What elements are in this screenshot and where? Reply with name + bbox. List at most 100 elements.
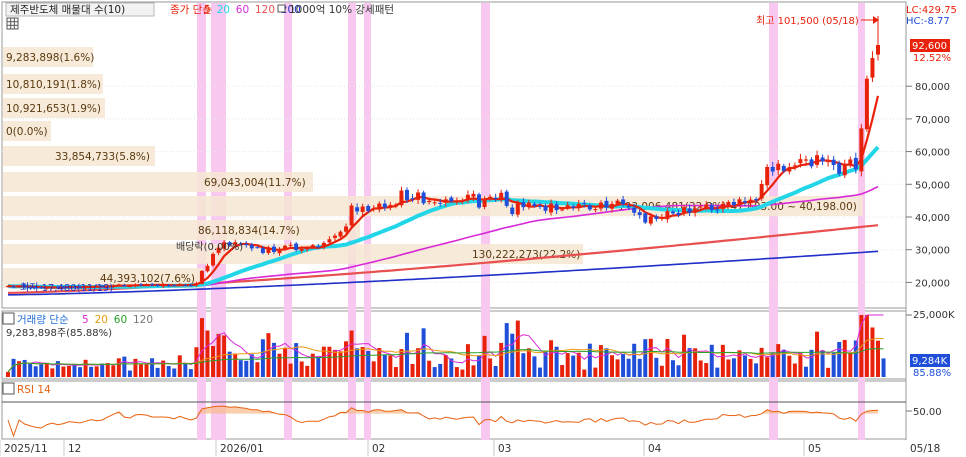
volume-bar xyxy=(864,315,869,377)
volume-bar xyxy=(382,354,387,377)
volume-bar xyxy=(294,343,299,377)
volume-bar xyxy=(199,318,204,377)
candle-body xyxy=(288,244,293,246)
candle-body xyxy=(831,159,836,166)
candle-body xyxy=(515,202,520,215)
candle-body xyxy=(682,207,687,214)
volume-bar xyxy=(283,347,288,377)
volume-bar xyxy=(682,334,687,377)
volume-bar xyxy=(205,330,210,377)
candle-body xyxy=(654,216,659,219)
volume-bar xyxy=(188,369,193,377)
candle-body xyxy=(798,159,803,164)
candle-body xyxy=(493,197,498,199)
candle-body xyxy=(404,189,409,200)
profile-label: 10,810,191(1.8%) xyxy=(6,79,101,91)
candle-body xyxy=(815,155,820,165)
candle-body xyxy=(271,246,276,252)
candle-body xyxy=(582,202,587,204)
volume-bar xyxy=(116,358,121,377)
volume-bar xyxy=(876,340,880,377)
candle-body xyxy=(560,209,565,211)
candle-body xyxy=(709,205,714,211)
volume-bar xyxy=(493,366,498,377)
volume-bar xyxy=(144,364,149,377)
volume-bar xyxy=(471,365,476,377)
candle-body xyxy=(549,203,554,213)
candle-body xyxy=(321,242,326,248)
candle-body xyxy=(532,203,537,206)
candle-body xyxy=(576,203,581,208)
time-axis: 2025/11 12 2026/01 02 03 04 05 05/18 xyxy=(0,440,940,456)
volume-bar xyxy=(626,358,631,377)
candle-body xyxy=(848,159,853,165)
volume-bar xyxy=(571,355,576,377)
profile-label: 86,118,834(14.7%) xyxy=(198,225,300,237)
volume-bar xyxy=(465,344,470,377)
candle-body xyxy=(482,199,487,207)
volume-bar xyxy=(277,353,282,377)
volume-bar xyxy=(393,367,398,377)
volume-bar xyxy=(332,349,337,377)
volume-bar xyxy=(227,351,232,377)
candle-body xyxy=(177,284,182,286)
candle-body xyxy=(260,248,265,253)
candle-body xyxy=(349,205,354,226)
volume-bar xyxy=(166,366,171,377)
candle-body xyxy=(809,159,814,167)
volume-bar xyxy=(759,347,764,377)
volume-subtitle: 9,283,898주(85.88%) xyxy=(6,328,112,339)
volume-bar xyxy=(44,362,49,377)
candle-body xyxy=(554,204,559,211)
profile-label: 0(0.0%) xyxy=(6,126,48,138)
profile-label: 33,854,733(5.8%) xyxy=(55,151,150,163)
candle-body xyxy=(499,192,504,199)
volume-bar xyxy=(349,330,354,377)
candle-body xyxy=(416,192,421,200)
volume-bar xyxy=(549,340,554,377)
stock-name[interactable]: 제주반도체 매물대 수(10) xyxy=(10,4,125,16)
volume-bar xyxy=(6,372,10,377)
candle-body xyxy=(344,226,349,232)
candle-body xyxy=(427,200,432,203)
volume-bar xyxy=(150,358,155,377)
candle-body xyxy=(388,204,393,207)
volume-bar xyxy=(255,362,260,377)
volume-bar xyxy=(155,367,160,377)
volume-bar xyxy=(172,368,177,377)
volume-bar xyxy=(610,355,615,377)
candle-body xyxy=(161,285,166,287)
x-label: 2025/11 xyxy=(4,443,48,455)
candle-body xyxy=(626,205,631,208)
stock-chart: 9,283,898(1.6%) 10,810,191(1.8%) 10,921,65… xyxy=(0,1,957,456)
volume-bar xyxy=(837,341,842,377)
candle-body xyxy=(820,157,825,162)
filter-text: 1000억 10% 강세패턴 xyxy=(289,4,394,16)
grid-toggle-icon[interactable] xyxy=(6,17,19,30)
volume-bar xyxy=(726,359,731,377)
volume-bar xyxy=(11,358,16,377)
volume-bar xyxy=(83,359,88,377)
candle-body xyxy=(6,285,10,287)
candle-body xyxy=(355,207,360,212)
current-price: 92,600 xyxy=(912,41,947,52)
volume-bar xyxy=(233,353,238,377)
volume-bar xyxy=(831,352,836,377)
rsi-title: RSI 14 xyxy=(17,384,51,396)
profile-label: 69,043,004(11.7%) xyxy=(204,177,306,189)
low-annotation: 최저 17,480(11/19) xyxy=(20,282,113,294)
volume-bar xyxy=(582,369,587,377)
ma-period-20: 20 xyxy=(217,4,230,16)
candle-body xyxy=(138,284,143,286)
volume-bar xyxy=(510,333,515,377)
candle-body xyxy=(571,206,576,208)
x-label: 02 xyxy=(372,443,385,455)
volume-bar xyxy=(709,344,714,377)
volume-bar xyxy=(211,346,216,377)
candle-body xyxy=(432,202,437,204)
candle-body xyxy=(188,285,193,287)
volume-bar xyxy=(659,365,664,377)
volume-current-pct: 85.88% xyxy=(913,368,951,379)
candle-body xyxy=(199,270,204,284)
price-tick-label: 60,000 xyxy=(915,148,950,159)
